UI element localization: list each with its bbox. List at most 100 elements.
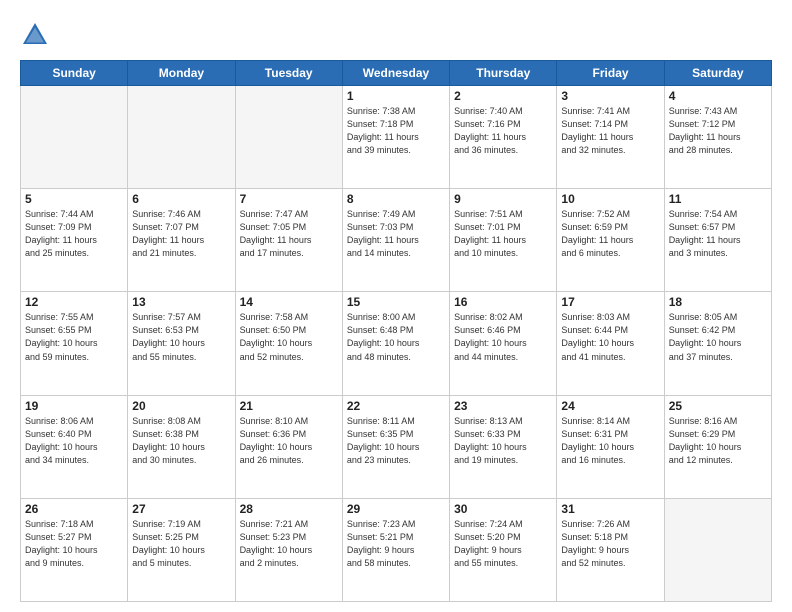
day-number: 25: [669, 399, 767, 413]
day-info: Sunrise: 7:49 AMSunset: 7:03 PMDaylight:…: [347, 208, 445, 260]
day-number: 29: [347, 502, 445, 516]
day-number: 11: [669, 192, 767, 206]
calendar-cell: 21 Sunrise: 8:10 AMSunset: 6:36 PMDayligh…: [235, 395, 342, 498]
day-number: 17: [561, 295, 659, 309]
calendar-cell: 29 Sunrise: 7:23 AMSunset: 5:21 PMDayligh…: [342, 498, 449, 601]
day-number: 12: [25, 295, 123, 309]
day-info: Sunrise: 7:21 AMSunset: 5:23 PMDaylight:…: [240, 518, 338, 570]
day-info: Sunrise: 8:00 AMSunset: 6:48 PMDaylight:…: [347, 311, 445, 363]
day-number: 2: [454, 89, 552, 103]
calendar-week-row: 12 Sunrise: 7:55 AMSunset: 6:55 PMDayligh…: [21, 292, 772, 395]
day-info: Sunrise: 7:26 AMSunset: 5:18 PMDaylight:…: [561, 518, 659, 570]
day-info: Sunrise: 8:03 AMSunset: 6:44 PMDaylight:…: [561, 311, 659, 363]
day-of-week-header: Wednesday: [342, 61, 449, 86]
day-number: 28: [240, 502, 338, 516]
calendar-cell: 26Sunrise: 7:18 AMSunset: 5:27 PMDayligh…: [21, 498, 128, 601]
day-number: 19: [25, 399, 123, 413]
day-number: 30: [454, 502, 552, 516]
day-info: Sunrise: 7:41 AMSunset: 7:14 PMDaylight:…: [561, 105, 659, 157]
header: [20, 16, 772, 50]
calendar-cell: 13 Sunrise: 7:57 AMSunset: 6:53 PMDayligh…: [128, 292, 235, 395]
day-of-week-header: Tuesday: [235, 61, 342, 86]
calendar-cell: 15 Sunrise: 8:00 AMSunset: 6:48 PMDayligh…: [342, 292, 449, 395]
calendar-cell: [664, 498, 771, 601]
day-number: 23: [454, 399, 552, 413]
day-info: Sunrise: 7:46 AMSunset: 7:07 PMDaylight:…: [132, 208, 230, 260]
calendar-header-row: SundayMondayTuesdayWednesdayThursdayFrid…: [21, 61, 772, 86]
calendar-cell: 11 Sunrise: 7:54 AMSunset: 6:57 PMDayligh…: [664, 189, 771, 292]
day-number: 20: [132, 399, 230, 413]
day-info: Sunrise: 8:11 AMSunset: 6:35 PMDaylight:…: [347, 415, 445, 467]
day-info: Sunrise: 7:44 AMSunset: 7:09 PMDaylight:…: [25, 208, 123, 260]
calendar-cell: [21, 86, 128, 189]
calendar-cell: 1Sunrise: 7:38 AMSunset: 7:18 PMDaylight…: [342, 86, 449, 189]
calendar-cell: 18Sunrise: 8:05 AMSunset: 6:42 PMDayligh…: [664, 292, 771, 395]
calendar-cell: 25 Sunrise: 8:16 AMSunset: 6:29 PMDayligh…: [664, 395, 771, 498]
day-info: Sunrise: 7:55 AMSunset: 6:55 PMDaylight:…: [25, 311, 123, 363]
day-number: 15: [347, 295, 445, 309]
day-info: Sunrise: 8:13 AMSunset: 6:33 PMDaylight:…: [454, 415, 552, 467]
calendar-cell: 4 Sunrise: 7:43 AMSunset: 7:12 PMDaylight…: [664, 86, 771, 189]
day-number: 5: [25, 192, 123, 206]
day-number: 16: [454, 295, 552, 309]
calendar-cell: 31 Sunrise: 7:26 AMSunset: 5:18 PMDayligh…: [557, 498, 664, 601]
calendar-cell: 17 Sunrise: 8:03 AMSunset: 6:44 PMDayligh…: [557, 292, 664, 395]
day-info: Sunrise: 7:57 AMSunset: 6:53 PMDaylight:…: [132, 311, 230, 363]
calendar-cell: 16 Sunrise: 8:02 AMSunset: 6:46 PMDayligh…: [450, 292, 557, 395]
day-number: 14: [240, 295, 338, 309]
day-number: 8: [347, 192, 445, 206]
calendar-cell: 30 Sunrise: 7:24 AMSunset: 5:20 PMDayligh…: [450, 498, 557, 601]
calendar-cell: 6 Sunrise: 7:46 AMSunset: 7:07 PMDaylight…: [128, 189, 235, 292]
day-info: Sunrise: 8:06 AMSunset: 6:40 PMDaylight:…: [25, 415, 123, 467]
day-of-week-header: Sunday: [21, 61, 128, 86]
calendar-cell: 3 Sunrise: 7:41 AMSunset: 7:14 PMDaylight…: [557, 86, 664, 189]
day-info: Sunrise: 7:23 AMSunset: 5:21 PMDaylight:…: [347, 518, 445, 570]
day-info: Sunrise: 7:24 AMSunset: 5:20 PMDaylight:…: [454, 518, 552, 570]
calendar-cell: 27Sunrise: 7:19 AMSunset: 5:25 PMDayligh…: [128, 498, 235, 601]
day-info: Sunrise: 8:16 AMSunset: 6:29 PMDaylight:…: [669, 415, 767, 467]
calendar-week-row: 1Sunrise: 7:38 AMSunset: 7:18 PMDaylight…: [21, 86, 772, 189]
day-number: 1: [347, 89, 445, 103]
calendar-cell: [128, 86, 235, 189]
day-number: 27: [132, 502, 230, 516]
day-info: Sunrise: 8:02 AMSunset: 6:46 PMDaylight:…: [454, 311, 552, 363]
day-number: 26: [25, 502, 123, 516]
day-of-week-header: Saturday: [664, 61, 771, 86]
day-number: 6: [132, 192, 230, 206]
calendar-cell: 9Sunrise: 7:51 AMSunset: 7:01 PMDaylight…: [450, 189, 557, 292]
day-of-week-header: Thursday: [450, 61, 557, 86]
day-number: 7: [240, 192, 338, 206]
calendar-cell: 5 Sunrise: 7:44 AMSunset: 7:09 PMDaylight…: [21, 189, 128, 292]
day-info: Sunrise: 8:10 AMSunset: 6:36 PMDaylight:…: [240, 415, 338, 467]
day-number: 21: [240, 399, 338, 413]
page: SundayMondayTuesdayWednesdayThursdayFrid…: [0, 0, 792, 612]
day-number: 24: [561, 399, 659, 413]
calendar-week-row: 5 Sunrise: 7:44 AMSunset: 7:09 PMDaylight…: [21, 189, 772, 292]
day-info: Sunrise: 7:43 AMSunset: 7:12 PMDaylight:…: [669, 105, 767, 157]
day-info: Sunrise: 8:08 AMSunset: 6:38 PMDaylight:…: [132, 415, 230, 467]
calendar-cell: 2Sunrise: 7:40 AMSunset: 7:16 PMDaylight…: [450, 86, 557, 189]
calendar-cell: 14 Sunrise: 7:58 AMSunset: 6:50 PMDayligh…: [235, 292, 342, 395]
day-info: Sunrise: 7:54 AMSunset: 6:57 PMDaylight:…: [669, 208, 767, 260]
day-number: 31: [561, 502, 659, 516]
day-info: Sunrise: 7:58 AMSunset: 6:50 PMDaylight:…: [240, 311, 338, 363]
day-info: Sunrise: 7:47 AMSunset: 7:05 PMDaylight:…: [240, 208, 338, 260]
calendar-cell: 10Sunrise: 7:52 AMSunset: 6:59 PMDayligh…: [557, 189, 664, 292]
calendar-cell: 28 Sunrise: 7:21 AMSunset: 5:23 PMDayligh…: [235, 498, 342, 601]
logo: [20, 20, 54, 50]
calendar-cell: 7 Sunrise: 7:47 AMSunset: 7:05 PMDaylight…: [235, 189, 342, 292]
day-of-week-header: Monday: [128, 61, 235, 86]
day-number: 3: [561, 89, 659, 103]
calendar-week-row: 19 Sunrise: 8:06 AMSunset: 6:40 PMDayligh…: [21, 395, 772, 498]
day-info: Sunrise: 8:14 AMSunset: 6:31 PMDaylight:…: [561, 415, 659, 467]
day-of-week-header: Friday: [557, 61, 664, 86]
day-info: Sunrise: 8:05 AMSunset: 6:42 PMDaylight:…: [669, 311, 767, 363]
day-number: 13: [132, 295, 230, 309]
calendar-cell: 19 Sunrise: 8:06 AMSunset: 6:40 PMDayligh…: [21, 395, 128, 498]
calendar-cell: 12 Sunrise: 7:55 AMSunset: 6:55 PMDayligh…: [21, 292, 128, 395]
day-info: Sunrise: 7:52 AMSunset: 6:59 PMDaylight:…: [561, 208, 659, 260]
day-info: Sunrise: 7:51 AMSunset: 7:01 PMDaylight:…: [454, 208, 552, 260]
day-number: 4: [669, 89, 767, 103]
calendar-cell: 22Sunrise: 8:11 AMSunset: 6:35 PMDayligh…: [342, 395, 449, 498]
calendar-cell: 8 Sunrise: 7:49 AMSunset: 7:03 PMDaylight…: [342, 189, 449, 292]
